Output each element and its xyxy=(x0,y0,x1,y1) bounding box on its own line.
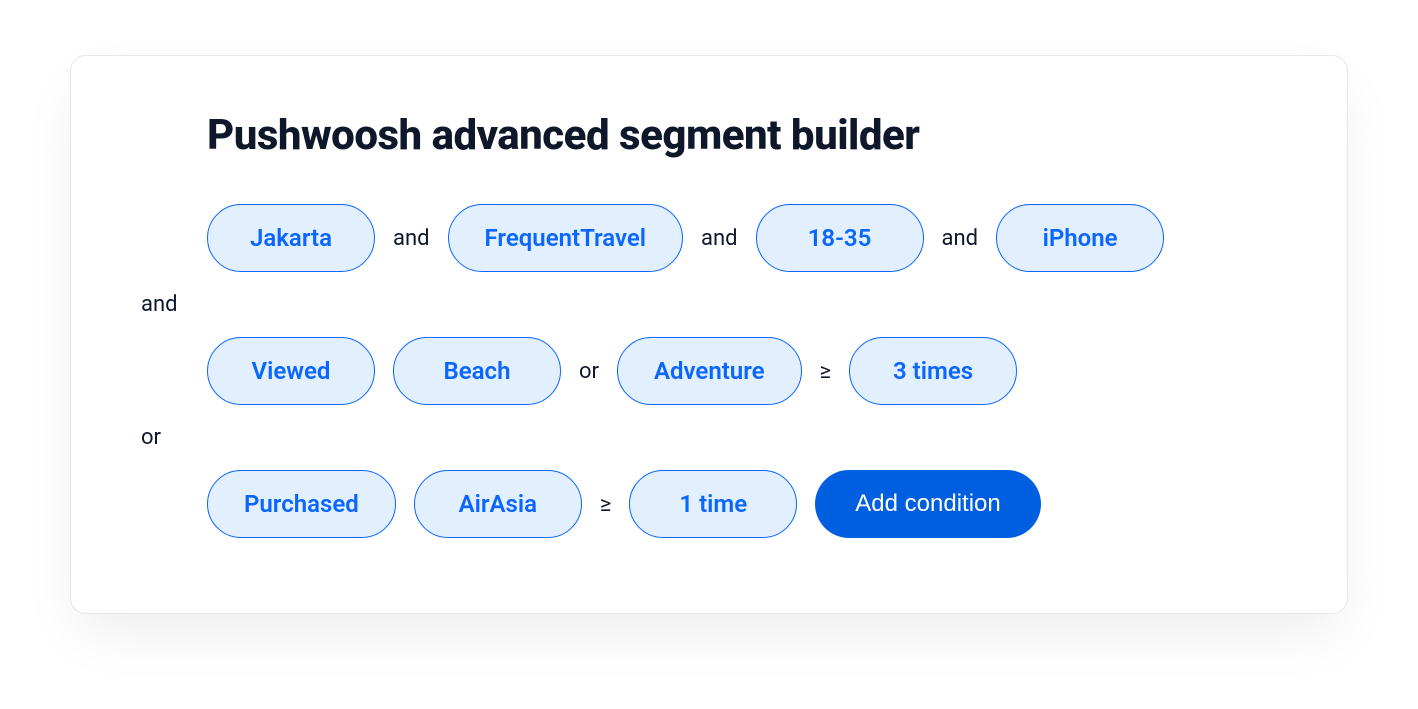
operator-or: or xyxy=(579,359,599,384)
condition-row-2: Viewed Beach or Adventure ≥ 3 times xyxy=(141,337,1277,405)
operator-and: and xyxy=(701,226,738,251)
pill-frequent-travel[interactable]: FrequentTravel xyxy=(448,204,683,272)
pill-age-range[interactable]: 18-35 xyxy=(756,204,924,272)
operator-and: and xyxy=(393,226,430,251)
pill-beach[interactable]: Beach xyxy=(393,337,561,405)
pill-viewed[interactable]: Viewed xyxy=(207,337,375,405)
segment-builder-card: Pushwoosh advanced segment builder Jakar… xyxy=(70,55,1348,614)
condition-row-3: Purchased AirAsia ≥ 1 time Add condition xyxy=(141,470,1277,538)
row-connector-or: or xyxy=(141,419,1277,456)
pill-jakarta[interactable]: Jakarta xyxy=(207,204,375,272)
operator-gte: ≥ xyxy=(600,492,612,517)
pill-1-time[interactable]: 1 time xyxy=(629,470,797,538)
conditions-container: Jakarta and FrequentTravel and 18-35 and… xyxy=(141,204,1277,538)
pill-adventure[interactable]: Adventure xyxy=(617,337,802,405)
pill-airasia[interactable]: AirAsia xyxy=(414,470,582,538)
row-connector-and: and xyxy=(141,286,1277,323)
operator-gte: ≥ xyxy=(820,359,832,384)
pill-iphone[interactable]: iPhone xyxy=(996,204,1164,272)
page-title: Pushwoosh advanced segment builder xyxy=(141,111,1277,160)
pill-3-times[interactable]: 3 times xyxy=(849,337,1017,405)
add-condition-button[interactable]: Add condition xyxy=(815,470,1040,538)
operator-and: and xyxy=(942,226,979,251)
condition-row-1: Jakarta and FrequentTravel and 18-35 and… xyxy=(141,204,1277,272)
pill-purchased[interactable]: Purchased xyxy=(207,470,396,538)
